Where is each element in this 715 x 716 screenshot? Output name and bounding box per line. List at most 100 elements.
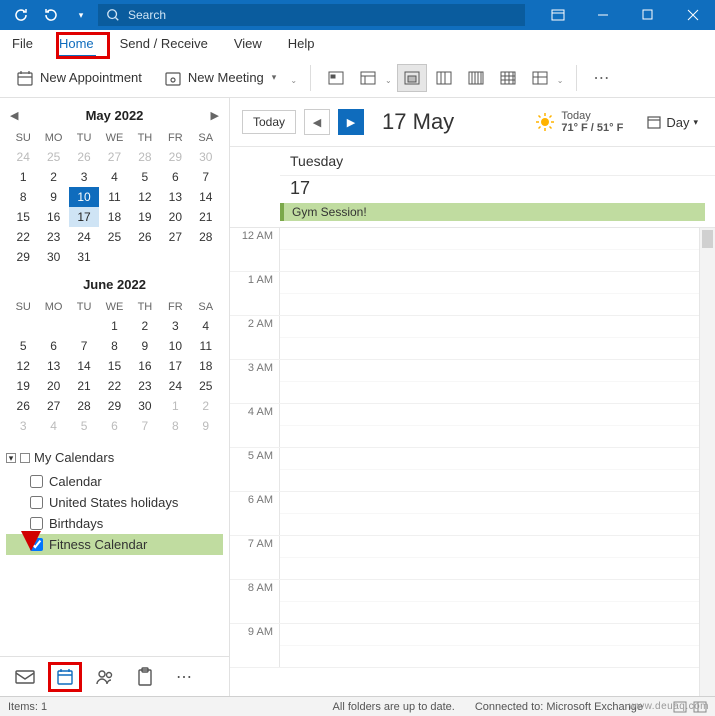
mini-cal-day[interactable]: 3 [160, 316, 190, 336]
calendar-tree-item[interactable]: United States holidays [6, 492, 223, 513]
time-slot[interactable] [280, 316, 715, 359]
mini-cal-day[interactable]: 31 [69, 247, 99, 267]
mini-cal-day[interactable]: 28 [130, 147, 160, 167]
mini-cal-day[interactable]: 24 [8, 147, 38, 167]
time-row[interactable]: 6 AM [230, 492, 715, 536]
time-row[interactable]: 5 AM [230, 448, 715, 492]
calendar-event[interactable]: Gym Session! [280, 203, 705, 221]
mini-cal-day[interactable]: 9 [191, 416, 221, 436]
mini-cal-day[interactable]: 19 [8, 376, 38, 396]
mini-cal-day[interactable]: 5 [69, 416, 99, 436]
time-slot[interactable] [280, 580, 715, 623]
mini-cal-day[interactable]: 15 [99, 356, 129, 376]
checkbox-icon[interactable] [20, 453, 30, 463]
ribbon-display-icon[interactable] [535, 0, 580, 30]
mini-cal-day[interactable]: 3 [69, 167, 99, 187]
next-month-button[interactable]: ▶ [211, 109, 219, 122]
time-slot[interactable] [280, 624, 715, 667]
mini-cal-day[interactable]: 3 [8, 416, 38, 436]
mini-cal-day[interactable]: 20 [160, 207, 190, 227]
calendar-tree-item[interactable]: Birthdays [6, 513, 223, 534]
mini-cal-day[interactable] [8, 316, 38, 336]
mini-cal-day[interactable]: 28 [191, 227, 221, 247]
mini-cal-day[interactable]: 11 [99, 187, 129, 207]
mini-cal-day[interactable]: 16 [38, 207, 68, 227]
mini-cal-day[interactable]: 7 [130, 416, 160, 436]
time-slot[interactable] [280, 360, 715, 403]
view-next7-button[interactable] [353, 64, 383, 92]
mini-cal-day[interactable]: 24 [160, 376, 190, 396]
mini-cal-day[interactable] [130, 247, 160, 267]
mini-cal-day[interactable]: 26 [130, 227, 160, 247]
minimize-button[interactable] [580, 0, 625, 30]
mini-cal-day[interactable]: 6 [99, 416, 129, 436]
mini-cal-day[interactable]: 12 [130, 187, 160, 207]
mini-cal-day[interactable]: 4 [38, 416, 68, 436]
view-schedule-button[interactable] [525, 64, 555, 92]
new-meeting-button[interactable]: New Meeting ▾ [156, 65, 284, 91]
mini-cal-day[interactable]: 4 [191, 316, 221, 336]
mini-cal-day[interactable]: 5 [130, 167, 160, 187]
view-week-button[interactable] [461, 64, 491, 92]
mini-cal-day[interactable]: 25 [99, 227, 129, 247]
calendar-checkbox[interactable] [30, 475, 43, 488]
mini-cal-day[interactable]: 4 [99, 167, 129, 187]
view-day-button[interactable] [397, 64, 427, 92]
nav-people-button[interactable] [88, 662, 122, 692]
calendar-checkbox[interactable] [30, 538, 43, 551]
view-today-button[interactable] [321, 64, 351, 92]
mini-cal-day[interactable]: 16 [130, 356, 160, 376]
mini-cal-day[interactable]: 21 [191, 207, 221, 227]
mini-cal-day[interactable]: 17 [69, 207, 99, 227]
mini-cal-day[interactable]: 1 [160, 396, 190, 416]
time-slot[interactable] [280, 448, 715, 491]
mini-cal-day[interactable]: 19 [130, 207, 160, 227]
mini-cal-day[interactable]: 27 [160, 227, 190, 247]
mini-cal-day[interactable] [38, 316, 68, 336]
mini-cal-day[interactable]: 13 [160, 187, 190, 207]
time-row[interactable]: 4 AM [230, 404, 715, 448]
mini-cal-day[interactable]: 21 [69, 376, 99, 396]
mini-cal-day[interactable]: 20 [38, 376, 68, 396]
group-launcher-icon[interactable]: ⌄ [290, 70, 300, 85]
group-launcher-icon[interactable]: ⌄ [557, 70, 567, 85]
maximize-button[interactable] [625, 0, 670, 30]
mini-cal-day[interactable]: 2 [38, 167, 68, 187]
mini-cal-day[interactable]: 9 [38, 187, 68, 207]
view-workweek-button[interactable] [429, 64, 459, 92]
mini-cal-day[interactable]: 15 [8, 207, 38, 227]
scrollbar-thumb[interactable] [702, 230, 713, 248]
mini-cal-day[interactable]: 23 [38, 227, 68, 247]
mini-cal-day[interactable] [69, 316, 99, 336]
mini-cal-day[interactable]: 6 [160, 167, 190, 187]
mini-cal-day[interactable]: 10 [69, 187, 99, 207]
mini-cal-day[interactable]: 27 [99, 147, 129, 167]
time-slot[interactable] [280, 272, 715, 315]
mini-cal-day[interactable]: 26 [8, 396, 38, 416]
mini-cal-day[interactable]: 17 [160, 356, 190, 376]
mini-cal-day[interactable]: 14 [69, 356, 99, 376]
next-day-button[interactable]: ▶ [338, 109, 364, 135]
mini-cal-day[interactable]: 28 [69, 396, 99, 416]
mini-cal-day[interactable]: 30 [38, 247, 68, 267]
mini-cal-day[interactable]: 11 [191, 336, 221, 356]
tab-help[interactable]: Help [286, 32, 317, 57]
mini-cal-day[interactable]: 24 [69, 227, 99, 247]
tab-file[interactable]: File [10, 32, 35, 57]
undo-icon[interactable] [38, 2, 64, 28]
prev-month-button[interactable]: ◀ [10, 109, 18, 122]
mini-cal-day[interactable]: 13 [38, 356, 68, 376]
mini-cal-day[interactable] [99, 247, 129, 267]
mini-cal-day[interactable]: 29 [8, 247, 38, 267]
mini-cal-day[interactable]: 23 [130, 376, 160, 396]
time-row[interactable]: 7 AM [230, 536, 715, 580]
mini-cal-day[interactable]: 25 [191, 376, 221, 396]
mini-cal-day[interactable]: 29 [160, 147, 190, 167]
ribbon-overflow-button[interactable]: ⋯ [587, 68, 617, 88]
weather-widget[interactable]: Today 71° F / 51° F [535, 110, 623, 134]
calendar-checkbox[interactable] [30, 517, 43, 530]
mini-cal-day[interactable]: 25 [38, 147, 68, 167]
today-button[interactable]: Today [242, 110, 296, 134]
mini-cal-day[interactable]: 9 [130, 336, 160, 356]
time-slot[interactable] [280, 492, 715, 535]
